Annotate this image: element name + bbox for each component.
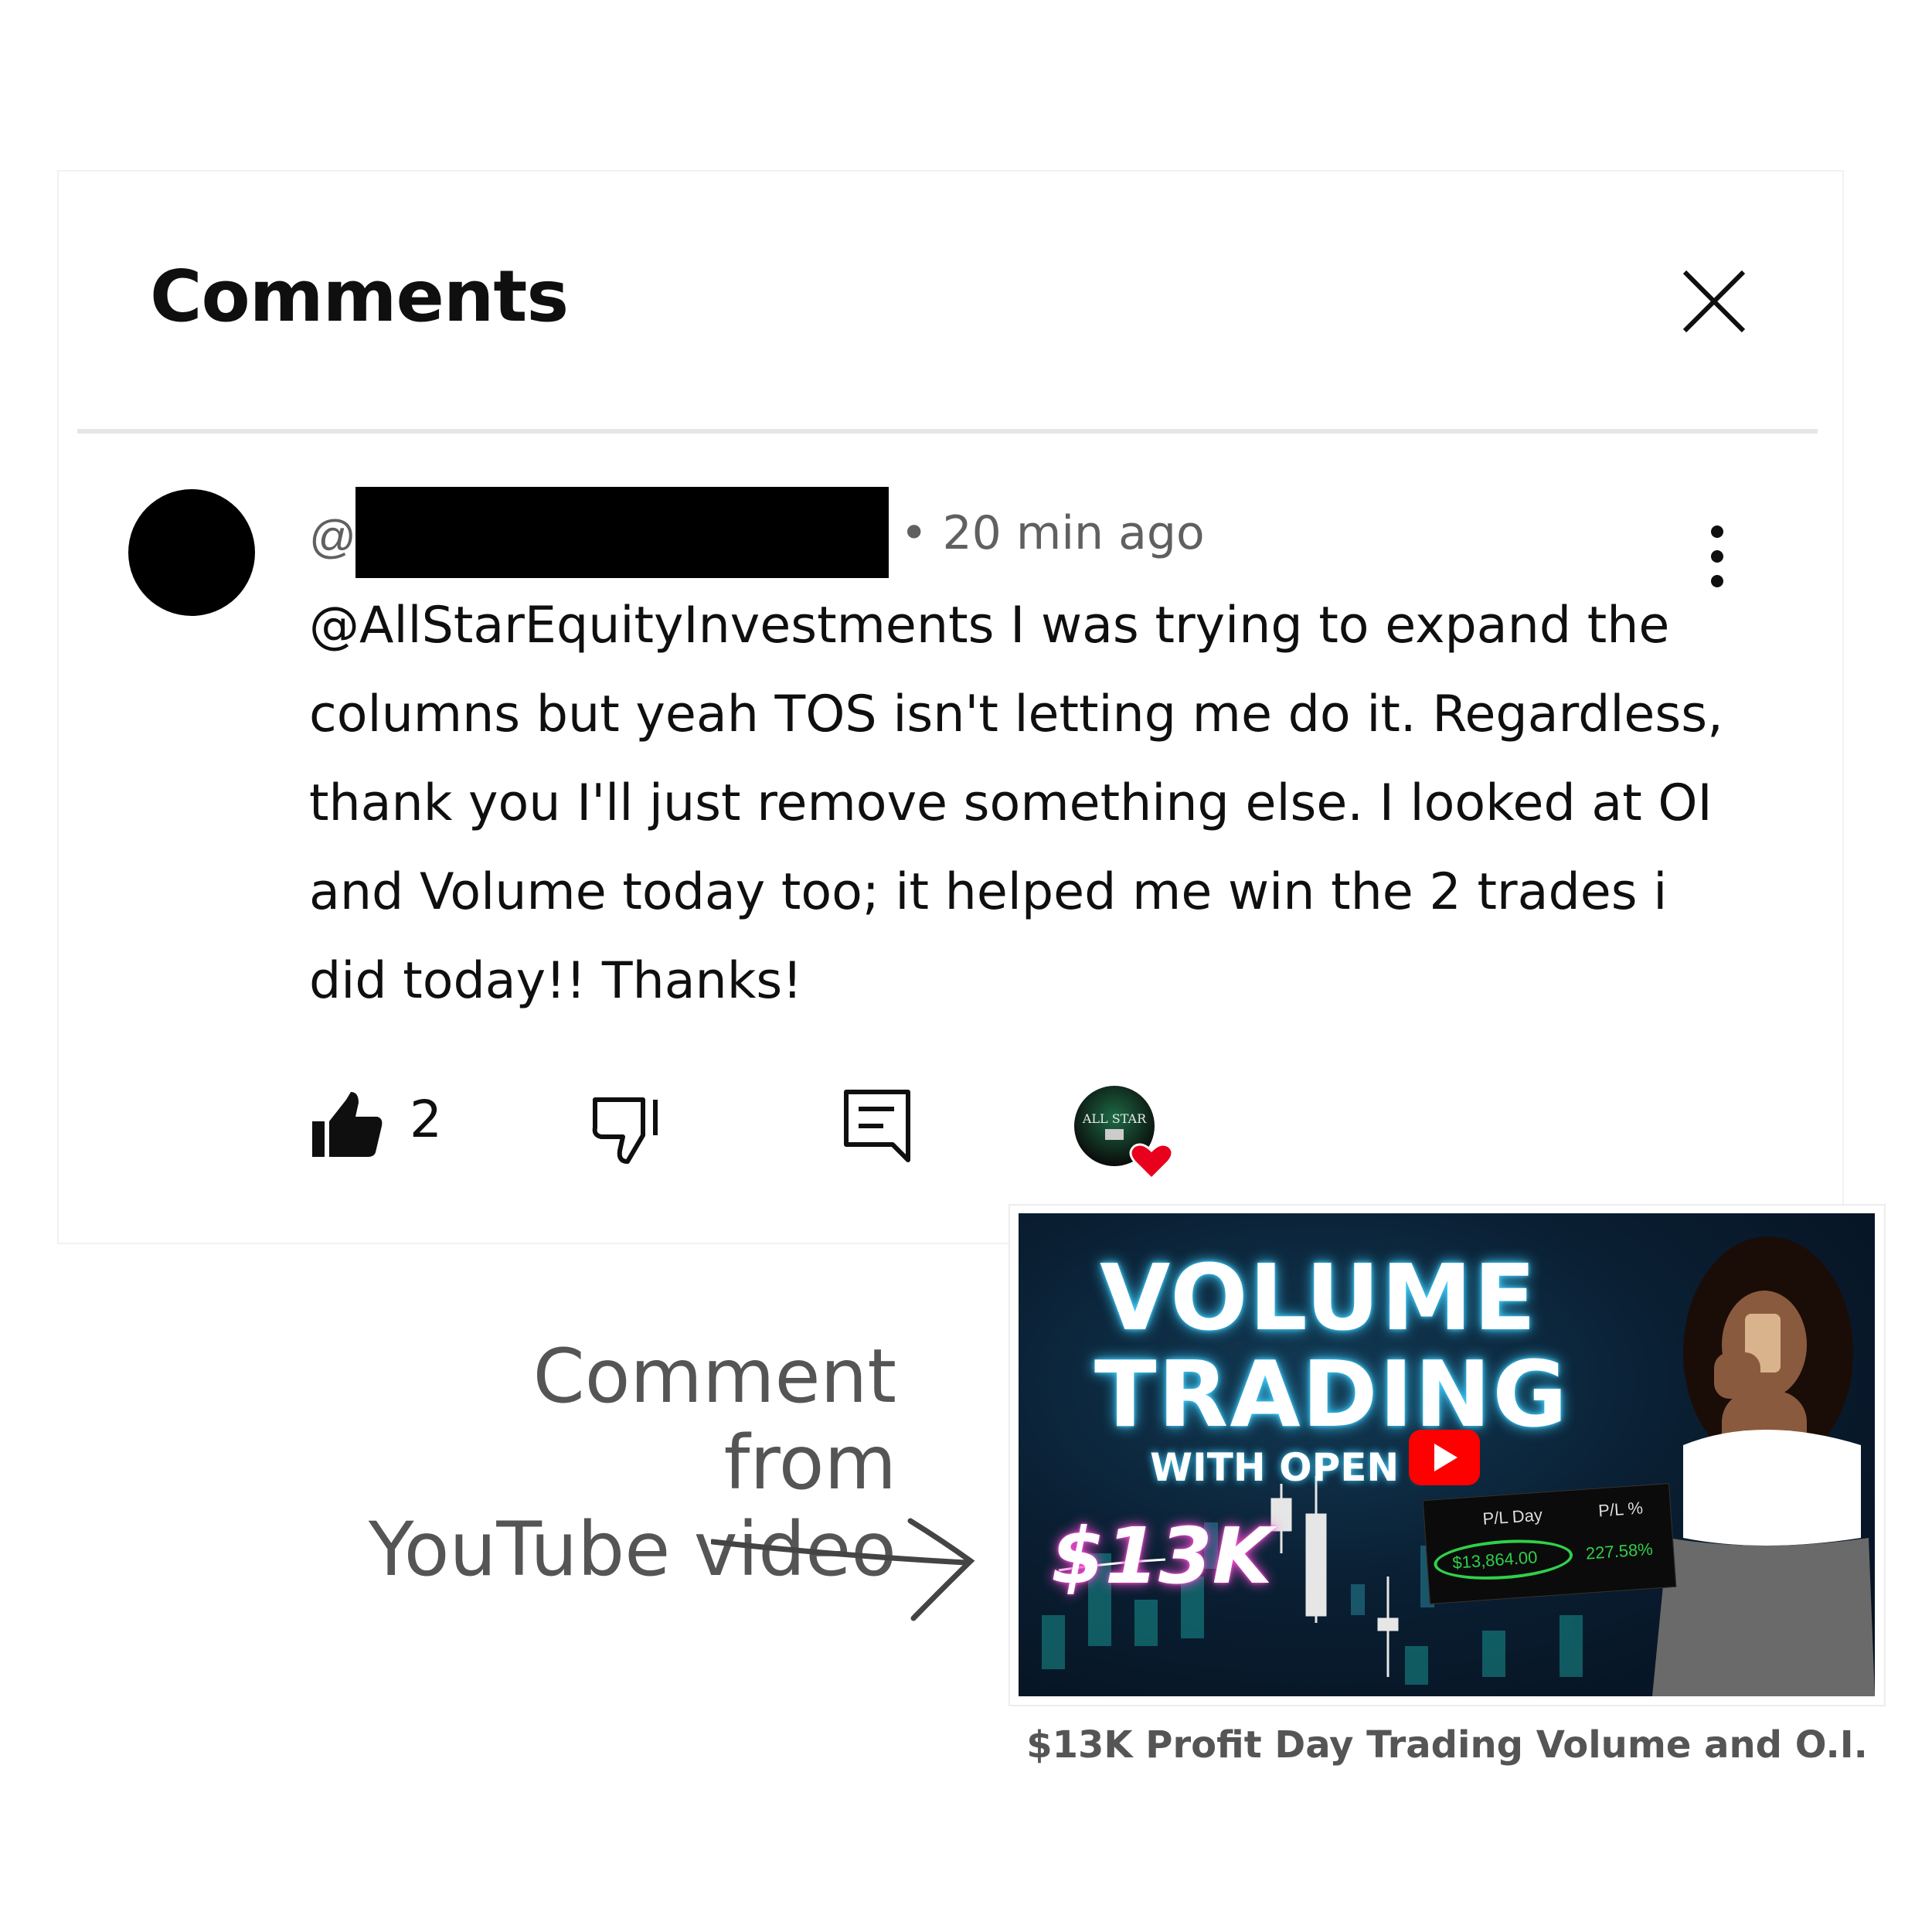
arrow-icon xyxy=(711,1518,975,1621)
video-thumbnail[interactable]: VOLUME TRADING WITH OPEN I $13K P/L Day … xyxy=(1019,1213,1875,1696)
thumbnail-title-line3: WITH OPEN I xyxy=(1150,1445,1427,1490)
pl-pct-value: 227.58% xyxy=(1585,1539,1654,1563)
like-button[interactable] xyxy=(309,1086,386,1163)
header-divider xyxy=(77,429,1818,434)
play-button[interactable] xyxy=(1409,1430,1480,1485)
thumbs-down-icon xyxy=(592,1097,658,1164)
video-title[interactable]: $13K Profit Day Trading Volume and O.I. xyxy=(1009,1723,1886,1767)
reply-button[interactable] xyxy=(838,1086,916,1163)
comment-text: @AllStarEquityInvestments I was trying t… xyxy=(309,597,1723,1010)
heart-icon xyxy=(1129,1143,1174,1181)
pl-pct-label: P/L % xyxy=(1597,1498,1644,1521)
person-photo xyxy=(1652,1236,1875,1696)
close-icon xyxy=(1682,270,1746,333)
close-button[interactable] xyxy=(1675,263,1753,340)
like-count: 2 xyxy=(410,1090,442,1149)
creator-heart-badge: ALL STAR xyxy=(1074,1086,1175,1186)
reply-icon xyxy=(844,1090,910,1162)
dislike-button[interactable] xyxy=(589,1086,666,1171)
redacted-username xyxy=(355,487,889,578)
creator-logo-icon: ALL STAR xyxy=(1074,1086,1174,1181)
pl-day-label: P/L Day xyxy=(1481,1505,1543,1529)
thumbnail-title-line2: TRADING xyxy=(1094,1341,1570,1447)
comment-handle-prefix: @ xyxy=(309,511,356,563)
panel-title: Comments xyxy=(150,255,569,338)
play-icon xyxy=(1434,1444,1458,1471)
creator-logo-text: ALL STAR xyxy=(1082,1111,1147,1126)
avatar[interactable] xyxy=(128,489,255,616)
thumbnail-title-line1: VOLUME xyxy=(1100,1244,1538,1351)
side-caption-line1: Comment from xyxy=(532,1333,896,1506)
comment-timestamp: • 20 min ago xyxy=(900,506,1205,560)
thumbs-up-icon xyxy=(312,1092,383,1157)
thumbnail-amount: $13K xyxy=(1051,1511,1273,1601)
pl-panel: P/L Day P/L % $13,864.00 227.58% xyxy=(1422,1483,1677,1604)
